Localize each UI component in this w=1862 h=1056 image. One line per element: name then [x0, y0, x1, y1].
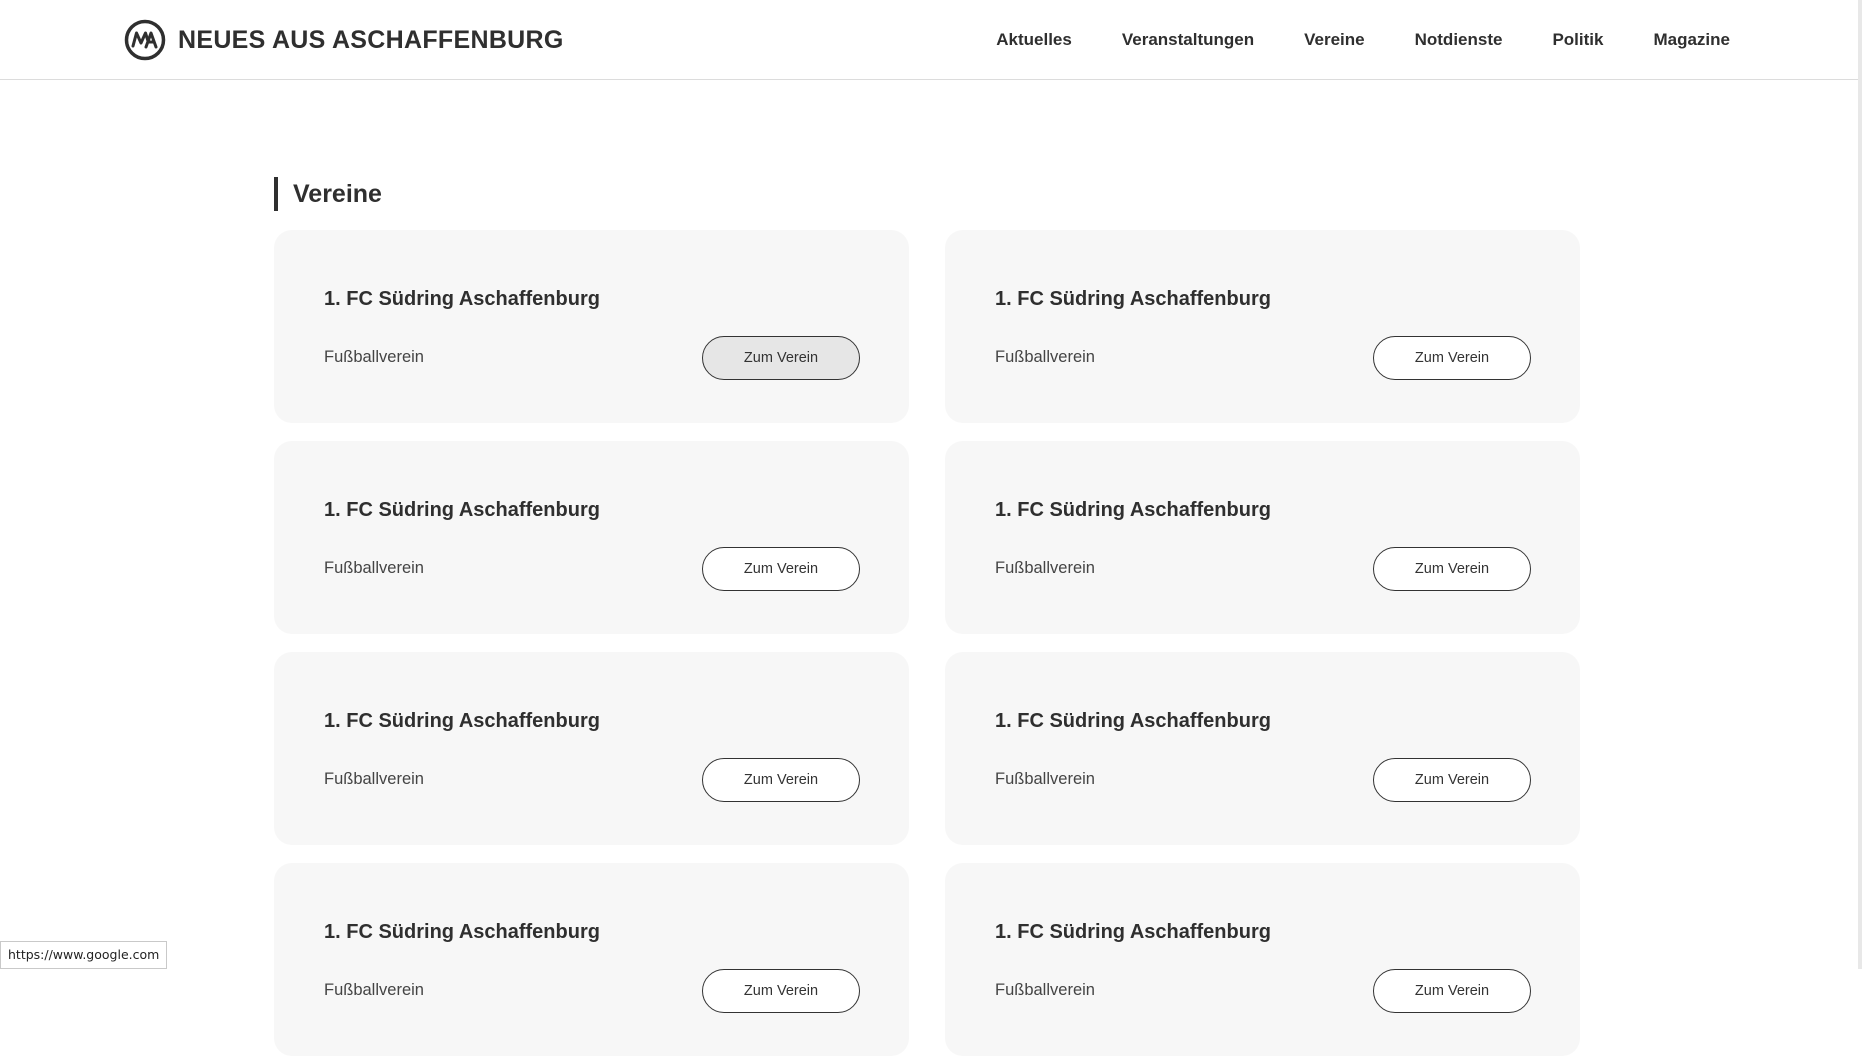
- nav-item-magazine[interactable]: Magazine: [1653, 30, 1730, 50]
- nav-item-aktuelles[interactable]: Aktuelles: [996, 30, 1072, 50]
- club-card: 1. FC Südring Aschaffenburg Fußballverei…: [274, 441, 909, 634]
- club-card: 1. FC Südring Aschaffenburg Fußballverei…: [945, 441, 1580, 634]
- zum-verein-button[interactable]: Zum Verein: [702, 336, 860, 380]
- club-card: 1. FC Südring Aschaffenburg Fußballverei…: [274, 652, 909, 845]
- site-header: NEUES AUS ASCHAFFENBURG Aktuelles Verans…: [0, 0, 1862, 80]
- zum-verein-button[interactable]: Zum Verein: [1373, 758, 1531, 802]
- club-name: 1. FC Südring Aschaffenburg: [995, 921, 1271, 943]
- club-type: Fußballverein: [324, 770, 424, 788]
- nav-item-vereine[interactable]: Vereine: [1304, 30, 1365, 50]
- nav-item-politik[interactable]: Politik: [1552, 30, 1603, 50]
- club-card: 1. FC Südring Aschaffenburg Fußballverei…: [945, 863, 1580, 1056]
- zum-verein-button[interactable]: Zum Verein: [1373, 547, 1531, 591]
- club-type: Fußballverein: [324, 348, 424, 366]
- club-type: Fußballverein: [995, 981, 1095, 999]
- club-name: 1. FC Südring Aschaffenburg: [995, 499, 1271, 521]
- nav-item-notdienste[interactable]: Notdienste: [1415, 30, 1503, 50]
- zum-verein-button[interactable]: Zum Verein: [1373, 969, 1531, 1013]
- nav-item-veranstaltungen[interactable]: Veranstaltungen: [1122, 30, 1254, 50]
- zum-verein-button[interactable]: Zum Verein: [1373, 336, 1531, 380]
- club-type: Fußballverein: [995, 348, 1095, 366]
- site-logo[interactable]: NEUES AUS ASCHAFFENBURG: [124, 19, 564, 61]
- club-card: 1. FC Südring Aschaffenburg Fußballverei…: [945, 652, 1580, 845]
- site-title: NEUES AUS ASCHAFFENBURG: [178, 25, 564, 54]
- club-name: 1. FC Südring Aschaffenburg: [324, 499, 600, 521]
- club-name: 1. FC Südring Aschaffenburg: [995, 710, 1271, 732]
- club-name: 1. FC Südring Aschaffenburg: [324, 288, 600, 310]
- page-scrollbar[interactable]: [1858, 0, 1862, 969]
- club-name: 1. FC Südring Aschaffenburg: [324, 921, 600, 943]
- zum-verein-button[interactable]: Zum Verein: [702, 758, 860, 802]
- zum-verein-button[interactable]: Zum Verein: [702, 547, 860, 591]
- club-type: Fußballverein: [995, 770, 1095, 788]
- club-name: 1. FC Südring Aschaffenburg: [995, 288, 1271, 310]
- club-card: 1. FC Südring Aschaffenburg Fußballverei…: [274, 230, 909, 423]
- club-type: Fußballverein: [324, 559, 424, 577]
- status-bar-url: https://www.google.com: [0, 941, 168, 969]
- zum-verein-button[interactable]: Zum Verein: [702, 969, 860, 1013]
- club-type: Fußballverein: [324, 981, 424, 999]
- club-card: 1. FC Südring Aschaffenburg Fußballverei…: [945, 230, 1580, 423]
- club-card: 1. FC Südring Aschaffenburg Fußballverei…: [274, 863, 909, 1056]
- club-name: 1. FC Südring Aschaffenburg: [324, 710, 600, 732]
- club-grid: 1. FC Südring Aschaffenburg Fußballverei…: [274, 230, 1580, 1056]
- section-title: Vereine: [274, 177, 382, 211]
- logo-ma-icon: [124, 19, 166, 61]
- club-type: Fußballverein: [995, 559, 1095, 577]
- main-nav: Aktuelles Veranstaltungen Vereine Notdie…: [946, 0, 1730, 80]
